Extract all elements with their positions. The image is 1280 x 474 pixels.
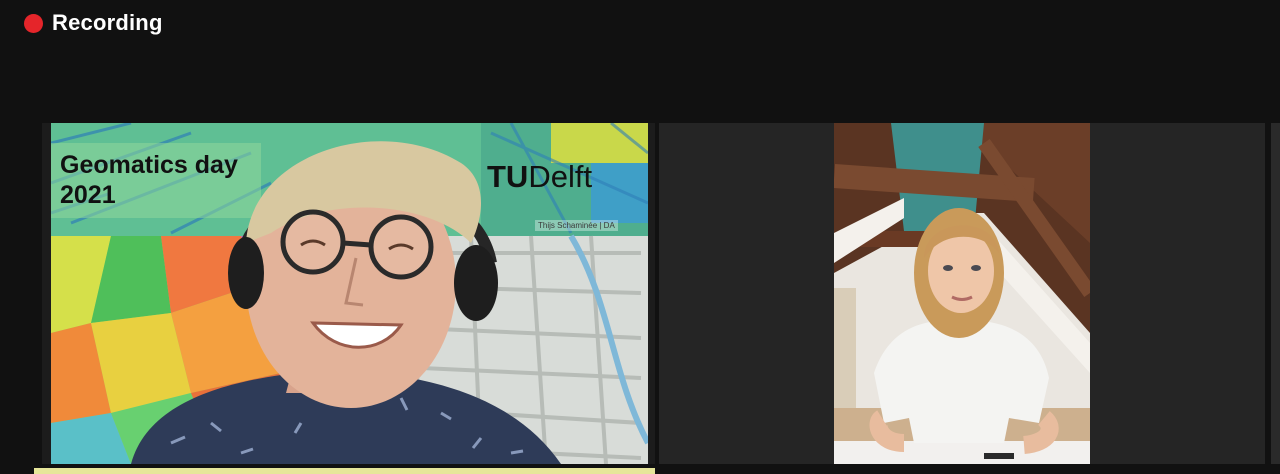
recording-indicator: Recording	[24, 10, 163, 36]
logo-rest-text: Delft	[528, 159, 593, 194]
tu-delft-logo: TUDelft	[487, 159, 592, 195]
recording-label: Recording	[52, 10, 163, 35]
slide-title-line1: Geomatics day	[60, 151, 238, 179]
logo-strong-text: TU	[487, 159, 529, 194]
participant-video: Geomatics day 2021 TUDelft Thijs Schamin…	[51, 123, 648, 464]
participant-tile-active-speaker[interactable]: Geomatics day 2021 TUDelft Thijs Schamin…	[42, 123, 655, 464]
video-frame	[834, 123, 1090, 464]
video-gallery: Geomatics day 2021 TUDelft Thijs Schamin…	[0, 123, 1280, 474]
slide-title-line2: 2021	[60, 181, 116, 209]
recording-dot-icon	[24, 13, 43, 33]
active-speaker-highlight	[34, 468, 655, 474]
slide-title: Geomatics day 2021	[60, 150, 238, 210]
meeting-window: Recording Geomatics day 2021 TUDelft Thi…	[0, 0, 1280, 474]
participant-tile[interactable]	[659, 123, 1265, 464]
participant-video	[834, 123, 1090, 464]
participant-tile-partial[interactable]	[1271, 123, 1280, 464]
slide-caption: Thijs Schaminée | DA	[535, 220, 618, 231]
